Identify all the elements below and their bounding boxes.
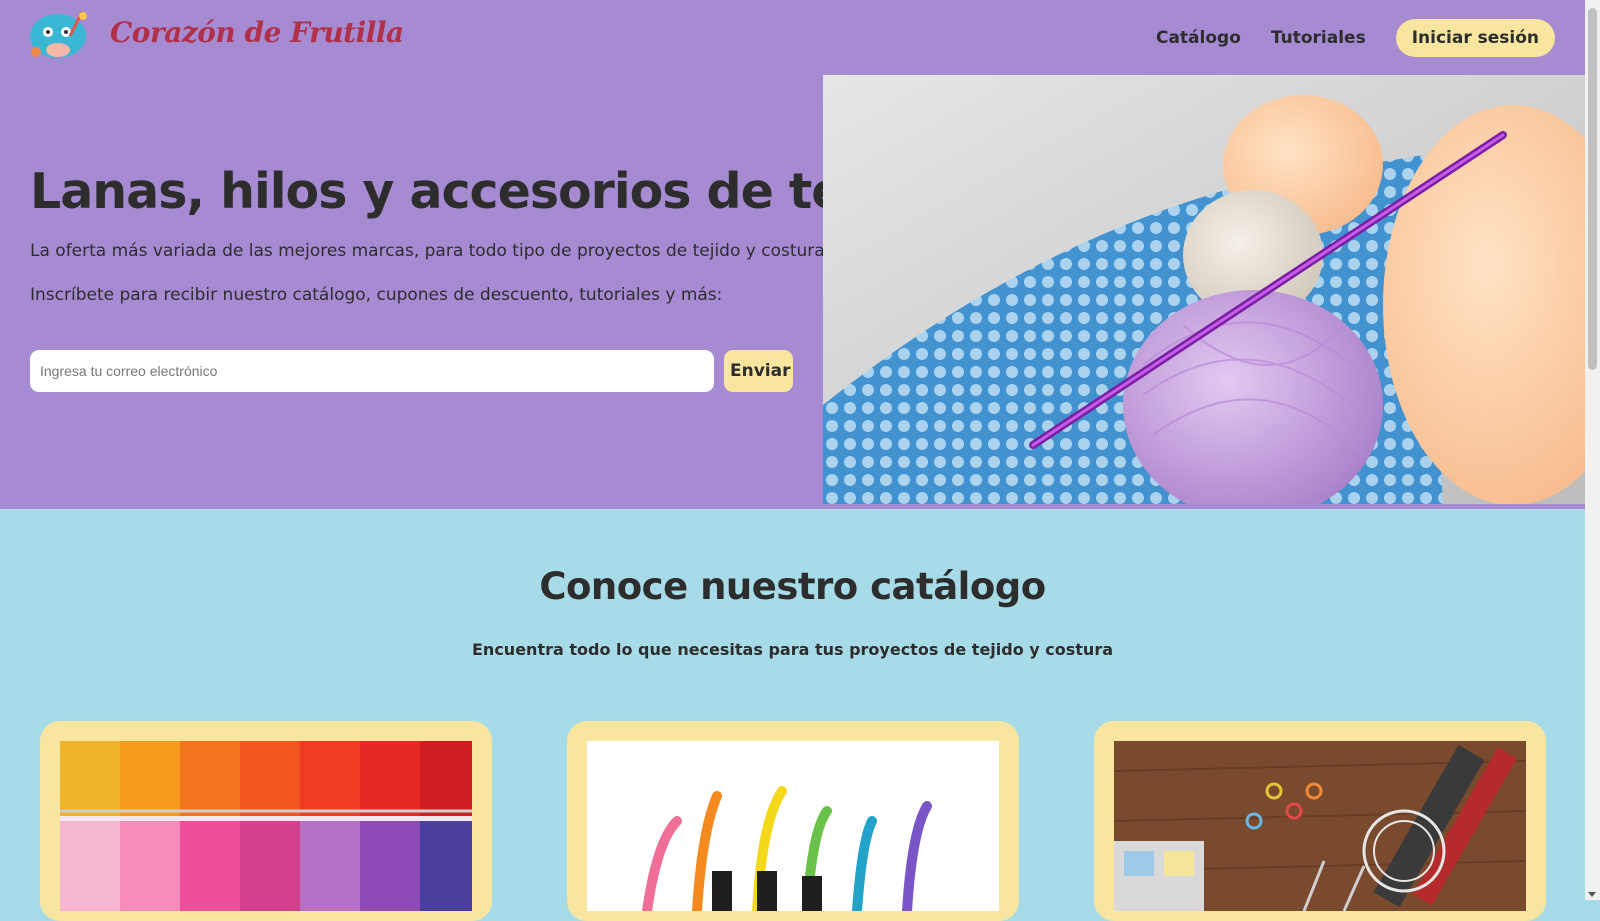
catalog-card-accessories[interactable] [1094,721,1546,921]
catalog-title: Conoce nuestro catálogo [539,565,1046,608]
hero-title: Lanas, hilos y accesorios de tejido [30,163,943,220]
catalog-card-threads[interactable] [567,721,1019,921]
yarn-shelf-image [60,741,472,911]
page-scrollbar[interactable] [1585,0,1600,900]
yarn-hero-image [823,75,1585,504]
hero-signup-prompt: Inscríbete para recibir nuestro catálogo… [30,285,723,305]
hero-section: Lanas, hilos y accesorios de tejido La o… [0,75,1585,509]
logo-icon[interactable] [28,6,92,62]
catalog-card-yarns[interactable] [40,721,492,921]
catalog-subtitle: Encuentra todo lo que necesitas para tus… [472,640,1113,659]
site-header: Corazón de Frutilla Catálogo Tutoriales … [0,0,1585,75]
brand-name[interactable]: Corazón de Frutilla [110,16,404,49]
knitting-accessories-image [1114,741,1526,911]
send-button[interactable]: Enviar [724,350,793,392]
scroll-down-arrow-icon[interactable] [1588,892,1596,897]
nav-tutorials-link[interactable]: Tutoriales [1271,28,1366,48]
scrollbar-thumb[interactable] [1588,8,1597,370]
embroidery-threads-image [587,741,999,911]
email-input[interactable] [30,350,714,392]
login-button[interactable]: Iniciar sesión [1395,19,1555,57]
nav-catalog-link[interactable]: Catálogo [1156,28,1241,48]
hero-description: La oferta más variada de las mejores mar… [30,241,831,261]
main-nav: Catálogo Tutoriales Iniciar sesión [1156,19,1555,57]
